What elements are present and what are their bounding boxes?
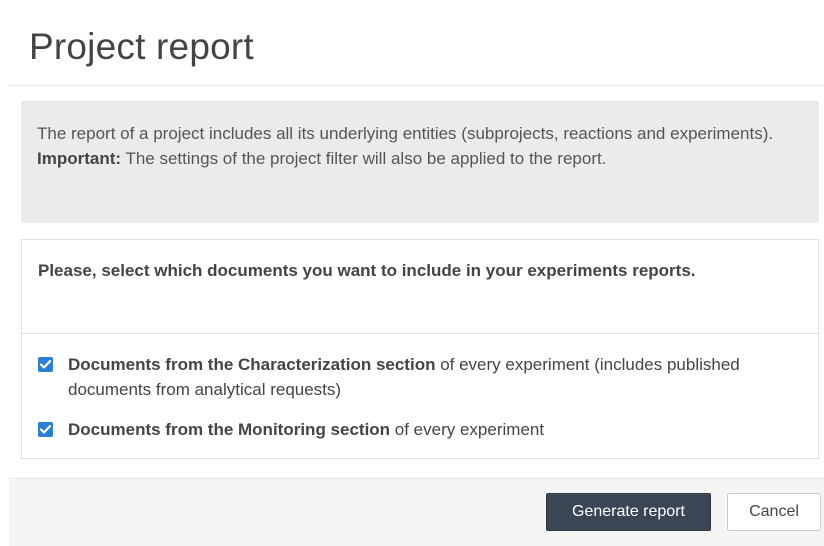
monitoring-option[interactable]: Documents from the Monitoring section of… xyxy=(38,417,544,442)
monitoring-option-label: Documents from the Monitoring section of… xyxy=(68,417,544,442)
project-report-dialog: Project report The report of a project i… xyxy=(9,10,824,546)
important-label: Important: xyxy=(37,149,122,168)
characterization-option-bold: Documents from the Characterization sect… xyxy=(68,355,436,374)
info-description: The report of a project includes all its… xyxy=(37,124,774,143)
monitoring-option-rest: of every experiment xyxy=(390,420,545,439)
characterization-option[interactable]: Documents from the Characterization sect… xyxy=(38,352,758,402)
cancel-button[interactable]: Cancel xyxy=(727,493,821,531)
monitoring-checkbox[interactable] xyxy=(38,422,53,437)
generate-report-button[interactable]: Generate report xyxy=(546,493,711,531)
monitoring-option-bold: Documents from the Monitoring section xyxy=(68,420,391,439)
info-box: The report of a project includes all its… xyxy=(21,101,819,223)
info-important: Important: The settings of the project f… xyxy=(37,146,805,171)
characterization-option-label: Documents from the Characterization sect… xyxy=(68,352,758,402)
dialog-footer: Generate report Cancel xyxy=(9,478,824,546)
documents-panel-heading: Please, select which documents you want … xyxy=(22,240,818,334)
characterization-checkbox[interactable] xyxy=(38,357,53,372)
dialog-header: Project report xyxy=(9,10,824,86)
documents-panel: Please, select which documents you want … xyxy=(21,239,819,459)
important-text: The settings of the project filter will … xyxy=(121,149,607,168)
checkmark-icon xyxy=(40,360,51,369)
dialog-title: Project report xyxy=(29,26,254,67)
checkmark-icon xyxy=(40,425,51,434)
